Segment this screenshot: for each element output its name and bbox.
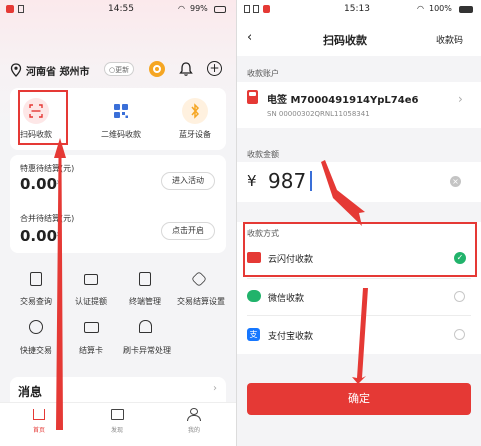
annotation-arrows [321,160,368,384]
annotation-arrow [54,138,66,430]
home-screen: 14:55 ◠ 99% 河南省 郑州市 ○更新 + 扫码收款 二维码收款 蓝牙设… [0,0,236,446]
scan-payment-screen: 15:13 ◠ 100% ‹ 扫码收款 收款码 收款账户 电签 M7000491… [237,0,481,446]
